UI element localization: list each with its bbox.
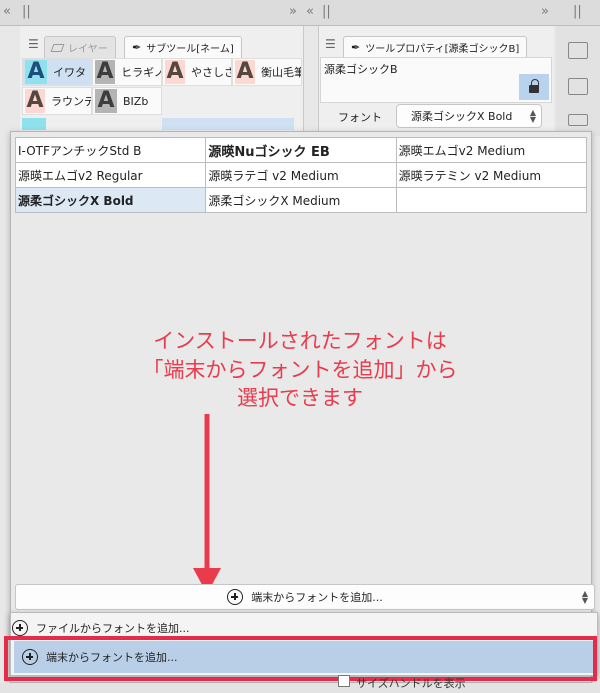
layer-icon [50, 43, 65, 52]
tab-subtool[interactable]: ✒ サブツール[ネーム] [124, 36, 242, 58]
tab-subtool-label: サブツール[ネーム] [146, 44, 234, 55]
subtool-item[interactable]: A ラウンデ [22, 87, 92, 115]
lock-icon [529, 79, 539, 93]
annotation-arrow-icon [193, 414, 221, 594]
annotation-line: インストールされたフォントは [153, 329, 447, 353]
chevron-up-down-icon: ▲ ▼ [529, 108, 536, 124]
font-cell[interactable]: 源暎エムゴv2 Medium [395, 137, 588, 163]
tab-layer-label: レイヤー [68, 44, 108, 55]
panel-menu-icon[interactable]: ☰ [28, 37, 39, 51]
expand-right-icon[interactable]: » [541, 5, 549, 19]
subtool-item[interactable]: A BIZb [92, 87, 162, 115]
drag-handle-icon[interactable]: || [22, 5, 31, 19]
collapse-left-icon[interactable]: « [306, 5, 314, 19]
chevron-up-down-icon: ▲ ▼ [581, 589, 588, 605]
font-a-icon: A [95, 89, 117, 113]
pen-tool-icon: ✒ [132, 41, 142, 54]
font-label: フォント [338, 111, 382, 124]
tab-tool-property-label: ツールプロパティ[源柔ゴシックB] [365, 44, 520, 55]
tab-layer[interactable]: レイヤー [44, 36, 116, 58]
font-cell-selected[interactable]: 源柔ゴシックX Bold [14, 187, 207, 213]
add-font-select[interactable]: 端末からフォントを追加... ▲ ▼ [15, 584, 595, 610]
preset-name: 源柔ゴシックB [324, 63, 398, 76]
tool-preset-preview: 源柔ゴシックB [320, 57, 552, 103]
panel-menu-icon[interactable]: ☰ [325, 37, 336, 51]
subtool-item-partial[interactable] [22, 118, 46, 130]
font-select-value: 源柔ゴシックX Bold [411, 110, 513, 123]
font-list-table: I-OTFアンチックStd B 源暎Nuゴシック EB 源暎エムゴv2 Medi… [14, 137, 588, 213]
table-row: 源暎エムゴv2 Regular 源暎ラテゴ v2 Medium 源暎ラテミン v… [14, 162, 588, 188]
font-cell[interactable]: 源暎エムゴv2 Regular [14, 162, 207, 188]
subtool-label: 衡山毛筆 [261, 66, 301, 79]
pen-tool-icon: ✒ [351, 41, 361, 54]
drag-handle-icon[interactable]: || [573, 5, 582, 19]
annotation-highlight-frame [4, 636, 597, 681]
subtool-item[interactable]: A イワタ [22, 58, 92, 86]
subtool-label: イワタ [53, 66, 86, 79]
size-handle-checkbox[interactable] [338, 675, 350, 687]
subtool-label: やさしさ [191, 66, 231, 79]
right-icon-strip [556, 26, 600, 136]
font-a-icon: A [165, 59, 185, 84]
menu-item-label: ファイルからフォントを追加... [36, 622, 190, 635]
font-cell[interactable]: 源暎Nuゴシック EB [205, 137, 397, 163]
subtool-item[interactable]: A ヒラギノ [92, 58, 162, 86]
font-a-icon: A [235, 59, 255, 84]
add-from-file-item[interactable]: ファイルからフォントを追加... [12, 620, 190, 636]
top-toolbar: « || » « || » || [0, 0, 600, 26]
font-a-icon: A [95, 59, 116, 84]
subtool-item[interactable]: A 衡山毛筆 [232, 58, 302, 86]
subtool-item-partial[interactable] [162, 118, 294, 130]
filmstrip-panel-icon[interactable] [568, 114, 588, 126]
add-font-select-label: 端末からフォントを追加... [251, 591, 383, 604]
add-circle-icon [227, 589, 244, 605]
expand-right-icon[interactable]: » [289, 5, 297, 19]
annotation-line: 「端末からフォントを追加」から [142, 358, 458, 382]
lock-button[interactable] [519, 74, 549, 100]
table-row: 源柔ゴシックX Bold 源柔ゴシックX Medium [14, 187, 588, 213]
table-row: I-OTFアンチックStd B 源暎Nuゴシック EB 源暎エムゴv2 Medi… [14, 137, 588, 163]
list-panel-icon[interactable] [568, 42, 588, 59]
font-select[interactable]: 源柔ゴシックX Bold ▲ ▼ [396, 104, 542, 128]
size-handle-label: サイズハンドルを表示 [356, 677, 466, 690]
annotation-line: 選択できます [237, 386, 363, 410]
subtool-item[interactable]: A やさしさ [162, 58, 232, 86]
font-cell[interactable]: 源暎ラテミン v2 Medium [395, 162, 588, 188]
font-a-icon: A [25, 60, 47, 84]
font-cell-empty [395, 187, 588, 213]
tab-tool-property[interactable]: ✒ ツールプロパティ[源柔ゴシックB] [343, 36, 528, 58]
font-cell[interactable]: I-OTFアンチックStd B [14, 137, 207, 163]
font-cell[interactable]: 源暎ラテゴ v2 Medium [205, 162, 397, 188]
collapse-left-icon[interactable]: « [3, 5, 11, 19]
layers-panel-icon[interactable] [568, 78, 588, 95]
font-cell[interactable]: 源柔ゴシックX Medium [205, 187, 397, 213]
drag-handle-icon[interactable]: || [322, 5, 331, 19]
subtool-label: ラウンデ [51, 95, 91, 108]
bottom-strip [0, 683, 600, 693]
subtool-label: BIZb [123, 94, 149, 108]
subtool-label: ヒラギノ [121, 66, 161, 79]
add-circle-icon [12, 620, 28, 636]
font-a-icon: A [25, 88, 45, 113]
